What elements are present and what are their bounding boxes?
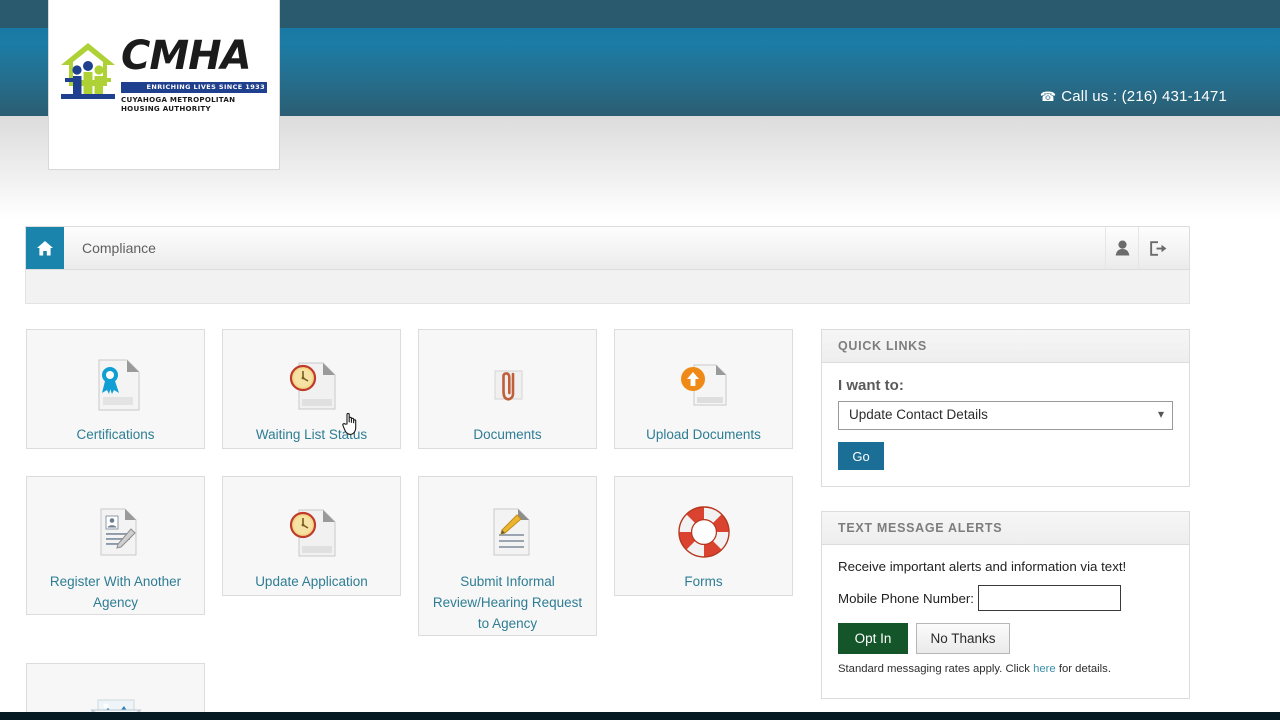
tile-certifications[interactable]: Certifications xyxy=(26,329,205,449)
opt-in-button[interactable]: Opt In xyxy=(838,623,908,654)
registration-form-icon xyxy=(85,501,147,563)
logo-subtitle: CUYAHOGA METROPOLITAN HOUSING AUTHORITY xyxy=(121,95,273,113)
tile-forms[interactable]: Forms xyxy=(614,476,793,596)
page-root: ☎Call us : (216) 431-1471 CMHA ENRICHING xyxy=(0,0,1280,720)
go-button[interactable]: Go xyxy=(838,442,884,470)
logo-card[interactable]: CMHA ENRICHING LIVES SINCE 1933 CUYAHOGA… xyxy=(48,0,280,170)
quick-links-title: QUICK LINKS xyxy=(822,330,1189,363)
call-us-block: ☎ Call us : (216) 431-1471 xyxy=(1040,88,1227,105)
life-ring-icon xyxy=(673,501,735,563)
tile-register-with-another-agency[interactable]: Register With Another Agency xyxy=(26,476,205,615)
tile-label: Documents xyxy=(426,424,589,445)
cmha-logo-mark xyxy=(59,40,117,102)
tile-label: Update Application xyxy=(230,571,393,592)
phone-icon: ☎ xyxy=(1040,89,1056,105)
tile-update-application[interactable]: Update Application xyxy=(222,476,401,596)
tile-waiting-list-status[interactable]: Waiting List Status xyxy=(222,329,401,449)
tile-label: Waiting List Status xyxy=(230,424,393,445)
text-alerts-title: TEXT MESSAGE ALERTS xyxy=(822,512,1189,545)
text-alerts-description: Receive important alerts and information… xyxy=(838,559,1173,574)
certificate-document-icon xyxy=(85,354,147,416)
tile-upload-documents[interactable]: Upload Documents xyxy=(614,329,793,449)
mouse-cursor xyxy=(341,410,363,436)
tile-label: Upload Documents xyxy=(622,424,785,445)
quick-links-body: I want to: Update Contact Details ▾ Go xyxy=(822,363,1189,484)
text-alerts-fine-print: Standard messaging rates apply. Click he… xyxy=(838,663,1173,675)
call-us-label: Call us : xyxy=(1061,88,1117,105)
breadcrumb-actions xyxy=(1105,227,1189,269)
phone-number: (216) 431-1471 xyxy=(1122,88,1227,105)
logout-button[interactable] xyxy=(1138,227,1189,269)
clock-document-icon xyxy=(281,501,343,563)
tile-label: Forms xyxy=(622,571,785,592)
user-icon xyxy=(1115,240,1130,256)
mobile-phone-input[interactable] xyxy=(978,585,1121,611)
details-link[interactable]: here xyxy=(1033,663,1056,675)
chevron-down-icon: ▾ xyxy=(1158,407,1164,421)
breadcrumb: Compliance xyxy=(25,226,1190,270)
cmha-logo: CMHA ENRICHING LIVES SINCE 1933 CUYAHOGA… xyxy=(59,38,273,112)
clock-document-icon xyxy=(281,354,343,416)
tile-submit-informal-review[interactable]: Submit Informal Review/Hearing Request t… xyxy=(418,476,597,636)
text-alerts-body: Receive important alerts and information… xyxy=(822,545,1189,689)
quick-links-select[interactable]: Update Contact Details ▾ xyxy=(838,401,1173,430)
paperclip-icon xyxy=(477,354,539,416)
home-icon xyxy=(36,240,54,257)
breadcrumb-label: Compliance xyxy=(82,240,156,256)
tile-label: Register With Another Agency xyxy=(34,571,197,613)
pencil-document-icon xyxy=(477,501,539,563)
tile-label: Certifications xyxy=(34,424,197,445)
tile-documents[interactable]: Documents xyxy=(418,329,597,449)
mobile-phone-label: Mobile Phone Number: xyxy=(838,591,974,606)
fine-print-after: for details. xyxy=(1059,663,1111,675)
fine-print-before: Standard messaging rates apply. Click xyxy=(838,663,1030,675)
upload-document-icon xyxy=(673,354,735,416)
quick-links-panel: QUICK LINKS I want to: Update Contact De… xyxy=(821,329,1190,487)
bottom-bar xyxy=(0,712,1280,720)
logo-title: CMHA xyxy=(121,34,251,78)
quick-links-selected-value: Update Contact Details xyxy=(849,407,988,422)
logout-icon xyxy=(1149,240,1167,257)
home-button[interactable] xyxy=(26,227,64,269)
account-button[interactable] xyxy=(1105,227,1138,269)
text-alerts-buttons: Opt In No Thanks xyxy=(838,623,1173,654)
mobile-phone-row: Mobile Phone Number: xyxy=(838,585,1173,611)
quick-links-prompt: I want to: xyxy=(838,377,1173,394)
tile-label: Submit Informal Review/Hearing Request t… xyxy=(426,571,589,634)
no-thanks-button[interactable]: No Thanks xyxy=(916,623,1010,654)
logo-tagline: ENRICHING LIVES SINCE 1933 xyxy=(147,82,265,93)
text-message-alerts-panel: TEXT MESSAGE ALERTS Receive important al… xyxy=(821,511,1190,699)
logo-tagline-bar: ENRICHING LIVES SINCE 1933 xyxy=(121,82,267,93)
